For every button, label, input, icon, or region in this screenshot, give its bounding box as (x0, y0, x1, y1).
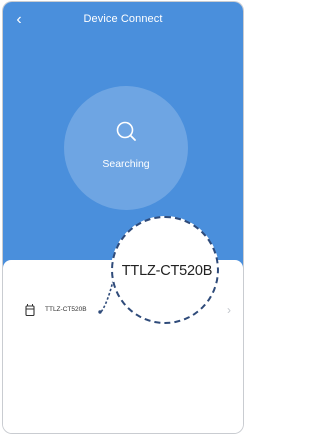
page-title: Device Connect (83, 13, 163, 25)
device-icon (25, 304, 35, 317)
zoom-callout: TTLZ-CT520B (111, 216, 219, 324)
zoom-callout-label: TTLZ-CT520B (121, 263, 213, 279)
device-name: TTLZ-CT520B (45, 306, 87, 313)
searching-label: Searching (102, 158, 150, 170)
phone-screen: ‹ Device Connect Searching TTLZ-CT520B › (3, 2, 243, 433)
searching-indicator: Searching (64, 86, 188, 210)
search-icon (116, 121, 136, 141)
chevron-right-icon: › (227, 303, 231, 317)
